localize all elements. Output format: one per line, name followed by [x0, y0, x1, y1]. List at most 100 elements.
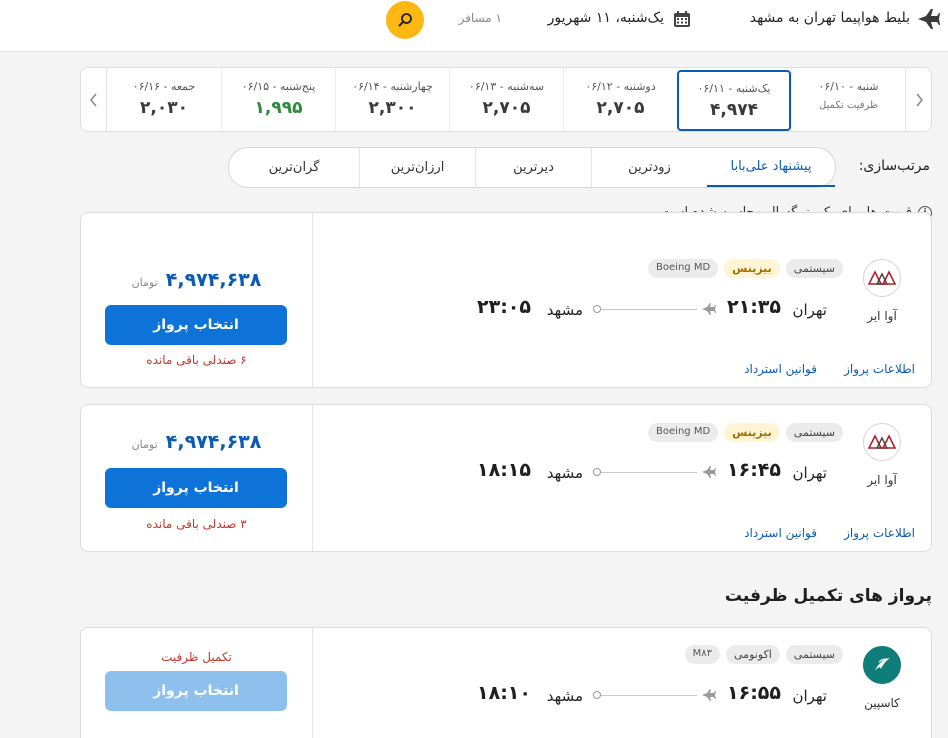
- price-line: ۴,۹۷۴,۶۳۸ تومان: [81, 269, 312, 291]
- chevron-left-icon: [89, 93, 97, 106]
- sort-tab-recommended[interactable]: پیشنهاد علی‌بابا: [707, 148, 835, 187]
- card-divider: [312, 405, 313, 551]
- sort-tab-earliest[interactable]: زودترین: [591, 148, 707, 187]
- airline-name: کاسپین: [864, 696, 900, 710]
- date-label: سه‌شنبه - ۰۶/۱۳: [468, 80, 545, 93]
- route-line: [599, 695, 697, 696]
- sort-tab-most-expensive[interactable]: گران‌ترین: [229, 148, 359, 187]
- origin-city: تهران: [792, 301, 827, 319]
- route-airplane-icon: [702, 689, 716, 701]
- tag-class: اکونومی: [726, 645, 780, 664]
- departure-time: ۱۶:۴۵: [727, 459, 781, 481]
- route-line: [599, 472, 697, 473]
- date-cell-selected[interactable]: یک‌شنبه - ۰۶/۱۱ ۴,۹۷۴: [677, 70, 791, 131]
- flight-card: آوا ایر سیستمی بیزینس Boeing MD تهران ۲۱…: [80, 212, 932, 388]
- date-price-strip: شنبه - ۰۶/۱۰ ظرفیت تکمیل یک‌شنبه - ۰۶/۱۱…: [80, 67, 932, 132]
- route-end-dot: [593, 691, 601, 699]
- price-section: ۴,۹۷۴,۶۳۸ تومان انتخاب پرواز ۳ صندلی باق…: [81, 405, 312, 551]
- search-icon: [398, 13, 412, 27]
- refund-rules-link[interactable]: قوانین استرداد: [744, 362, 817, 376]
- caspian-logo: [863, 646, 901, 684]
- select-flight-button-disabled[interactable]: انتخاب پرواز: [105, 671, 287, 711]
- date-cell-cheapest[interactable]: پنج‌شنبه - ۰۶/۱۵ ۱,۹۹۵: [221, 68, 335, 131]
- flight-info-link[interactable]: اطلاعات پرواز: [844, 362, 915, 376]
- ava-air-logo: [863, 259, 901, 297]
- sort-options: پیشنهاد علی‌بابا زودترین دیرترین ارزان‌ت…: [228, 147, 836, 188]
- select-flight-button[interactable]: انتخاب پرواز: [105, 305, 287, 345]
- seats-remaining: ۶ صندلی باقی مانده: [146, 353, 247, 367]
- card-divider: [312, 628, 313, 738]
- tag-aircraft: Boeing MD: [648, 259, 719, 278]
- airplane-icon: [918, 9, 940, 29]
- previous-dates-button[interactable]: [905, 68, 931, 131]
- date-label: چهارشنبه - ۰۶/۱۴: [352, 80, 433, 93]
- travel-date[interactable]: یک‌شنبه، ۱۱ شهریور: [548, 10, 664, 26]
- date-cell[interactable]: چهارشنبه - ۰۶/۱۴ ۲,۳۰۰: [335, 68, 449, 131]
- card-divider: [312, 213, 313, 387]
- destination-city: مشهد: [546, 687, 583, 705]
- date-label: دوشنبه - ۰۶/۱۲: [585, 80, 656, 93]
- tag-aircraft: Boeing MD: [648, 423, 719, 442]
- date-label: پنج‌شنبه - ۰۶/۱۵: [241, 80, 316, 93]
- route-end-dot: [593, 468, 601, 476]
- full-flight-card: کاسپین سیستمی اکونومی M۸۳ تهران ۱۶:۵۵ مش…: [80, 627, 932, 738]
- seats-remaining: ۳ صندلی باقی مانده: [146, 517, 247, 531]
- next-dates-button[interactable]: [81, 68, 107, 131]
- price-section: ۴,۹۷۴,۶۳۸ تومان انتخاب پرواز ۶ صندلی باق…: [81, 213, 312, 387]
- airline-name: آوا ایر: [867, 473, 897, 487]
- departure-time: ۱۶:۵۵: [727, 682, 781, 704]
- flight-tags: سیستمی بیزینس Boeing MD: [648, 259, 843, 278]
- sort-tab-cheapest[interactable]: ارزان‌ترین: [359, 148, 475, 187]
- destination-city: مشهد: [546, 464, 583, 482]
- arrival-time: ۲۳:۰۵: [477, 296, 531, 318]
- tag-class: بیزینس: [724, 259, 780, 278]
- date-label: یک‌شنبه - ۰۶/۱۱: [697, 82, 771, 95]
- flight-tags: سیستمی بیزینس Boeing MD: [648, 423, 843, 442]
- currency-label: تومان: [131, 276, 158, 289]
- chevron-right-icon: [915, 93, 923, 106]
- flight-info-link[interactable]: اطلاعات پرواز: [844, 526, 915, 540]
- arrival-time: ۱۸:۱۰: [477, 682, 531, 704]
- departure-time: ۲۱:۳۵: [727, 296, 781, 318]
- route-airplane-icon: [702, 466, 716, 478]
- date-label: جمعه - ۰۶/۱۶: [132, 80, 196, 93]
- date-price: ۴,۹۷۴: [710, 100, 758, 120]
- refund-rules-link[interactable]: قوانین استرداد: [744, 526, 817, 540]
- date-price: ۲,۳۰۰: [368, 98, 417, 118]
- ava-air-logo-mark: [867, 270, 897, 285]
- passenger-count[interactable]: ۱ مسافر: [459, 11, 502, 25]
- select-flight-button[interactable]: انتخاب پرواز: [105, 468, 287, 508]
- date-price: ۱,۹۹۵: [254, 98, 303, 118]
- destination-city: مشهد: [546, 301, 583, 319]
- flight-price: ۴,۹۷۴,۶۳۸: [165, 431, 262, 453]
- full-flights-section-title: پرواز های تکمیل ظرفیت: [724, 586, 932, 606]
- origin-city: تهران: [792, 687, 827, 705]
- route-airplane-icon: [702, 303, 716, 315]
- search-header: بلیط هواپیما تهران به مشهد یک‌شنبه، ۱۱ ش…: [0, 0, 948, 52]
- tag-system: سیستمی: [785, 259, 843, 278]
- date-cell[interactable]: جمعه - ۰۶/۱۶ ۲,۰۳۰: [107, 68, 221, 131]
- ava-air-logo-mark: [867, 434, 897, 449]
- tag-aircraft: M۸۳: [684, 645, 721, 664]
- tag-system: سیستمی: [785, 423, 843, 442]
- route-end-dot: [593, 305, 601, 313]
- arrival-time: ۱۸:۱۵: [477, 459, 531, 481]
- price-section: تکمیل ظرفیت انتخاب پرواز: [81, 628, 312, 738]
- ava-air-logo: [863, 423, 901, 461]
- currency-label: تومان: [131, 438, 158, 451]
- date-label: شنبه - ۰۶/۱۰: [818, 80, 879, 93]
- price-line: ۴,۹۷۴,۶۳۸ تومان: [81, 431, 312, 453]
- calendar-icon: [674, 11, 690, 27]
- date-cell[interactable]: شنبه - ۰۶/۱۰ ظرفیت تکمیل: [791, 68, 905, 131]
- search-button[interactable]: [386, 1, 424, 39]
- tag-class: بیزینس: [724, 423, 780, 442]
- airline-name: آوا ایر: [867, 309, 897, 323]
- tag-system: سیستمی: [785, 645, 843, 664]
- date-cell[interactable]: سه‌شنبه - ۰۶/۱۳ ۲,۷۰۵: [449, 68, 563, 131]
- capacity-full-label: تکمیل ظرفیت: [161, 650, 232, 664]
- origin-city: تهران: [792, 464, 827, 482]
- sort-tab-latest[interactable]: دیرترین: [475, 148, 591, 187]
- route-title[interactable]: بلیط هواپیما تهران به مشهد: [750, 10, 910, 26]
- date-price: ۲,۷۰۵: [482, 98, 531, 118]
- date-cell[interactable]: دوشنبه - ۰۶/۱۲ ۲,۷۰۵: [563, 68, 677, 131]
